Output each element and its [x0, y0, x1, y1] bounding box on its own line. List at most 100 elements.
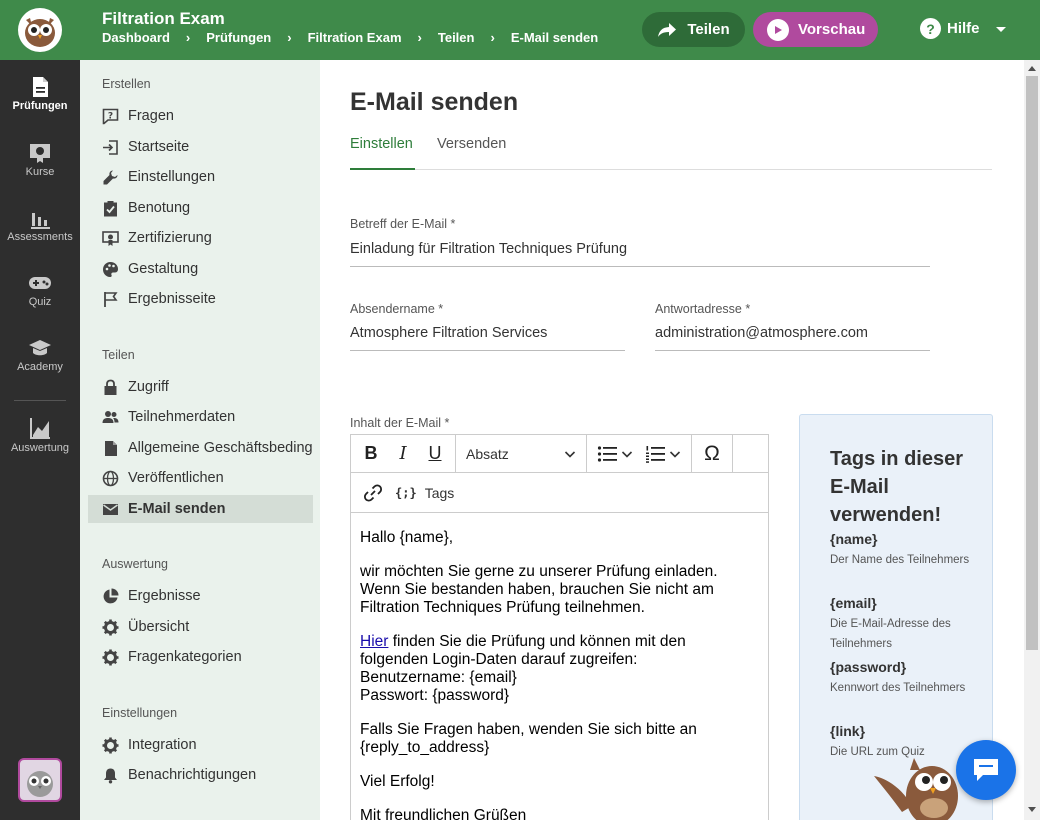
- sidebar-item-startseite[interactable]: Startseite: [88, 133, 313, 161]
- globe-icon: [102, 470, 119, 486]
- link-icon: [363, 483, 383, 502]
- sender-label: Absendername *: [350, 302, 444, 316]
- clipboard-check-icon: [104, 200, 117, 216]
- sidebar-item-label: Benachrichtigungen: [128, 767, 257, 783]
- tag-description: Die E-Mail-Adresse des Teilnehmers: [830, 618, 951, 650]
- bullet-list-button[interactable]: [593, 440, 637, 468]
- rail-item-auswertung[interactable]: Auswertung: [0, 416, 80, 454]
- email-line: finden Sie die Prüfung und können mit de…: [388, 633, 686, 650]
- breadcrumb-teilen[interactable]: Teilen: [438, 30, 475, 45]
- preview-button-label: Vorschau: [798, 21, 866, 38]
- gear-icon: [102, 619, 119, 635]
- sidebar-item-fragenkategorien[interactable]: Fragenkategorien: [88, 643, 313, 671]
- rail-item-assessments[interactable]: Assessments: [0, 207, 80, 243]
- list-group: [587, 435, 692, 472]
- help-menu[interactable]: ? Hilfe: [920, 18, 1008, 39]
- rail-item-kurse[interactable]: Kurse: [0, 142, 80, 178]
- play-icon: [767, 18, 789, 41]
- sidebar-item-einstellungen[interactable]: Einstellungen: [88, 163, 313, 191]
- breadcrumb-pruefungen[interactable]: Prüfungen: [206, 30, 271, 45]
- sidebar-item-zugriff[interactable]: Zugriff: [88, 373, 313, 401]
- tags-panel-title: Tags in dieser E-Mail verwenden!: [830, 448, 964, 526]
- sidebar-item-zertifizierung[interactable]: Zertifizierung: [88, 224, 313, 252]
- email-line: Filtration Techniques Prüfung teilnehmen…: [360, 599, 645, 616]
- bold-button[interactable]: B: [357, 440, 385, 468]
- tab-versenden[interactable]: Versenden: [437, 136, 506, 170]
- chat-bubble-icon: [974, 759, 998, 781]
- editor-body[interactable]: Hallo {name}, wir möchten Sie gerne zu u…: [351, 513, 768, 820]
- sidebar-item-uebersicht[interactable]: Übersicht: [88, 613, 313, 641]
- scroll-down-arrow-icon[interactable]: [1024, 804, 1040, 816]
- quiz-link[interactable]: Hier: [360, 633, 388, 650]
- tag-link: {link}: [830, 723, 866, 739]
- sidebar-item-ergebnisse[interactable]: Ergebnisse: [88, 582, 313, 610]
- sidebar-item-teilnehmerdaten[interactable]: Teilnehmerdaten: [88, 403, 313, 431]
- rail-label: Prüfungen: [12, 100, 68, 112]
- rail-divider: [14, 400, 66, 401]
- certificate-icon: [102, 230, 119, 246]
- numbered-list-button[interactable]: [641, 440, 685, 468]
- sender-input[interactable]: Atmosphere Filtration Services: [350, 325, 625, 351]
- underline-button[interactable]: U: [421, 440, 449, 468]
- sidebar-item-label: Gestaltung: [128, 261, 199, 277]
- scrollbar[interactable]: [1024, 60, 1040, 820]
- subject-input[interactable]: Einladung für Filtration Techniques Prüf…: [350, 241, 930, 267]
- rail-label: Academy: [17, 361, 63, 373]
- email-line: folgenden Login-Daten darauf zugreifen:: [360, 651, 638, 668]
- sidebar-item-label: Benotung: [128, 200, 191, 216]
- editor-toolbar: B I U Absatz Ω: [351, 435, 768, 473]
- breadcrumb-separator: ›: [490, 30, 495, 45]
- tags-button[interactable]: {;} Tags: [395, 485, 454, 501]
- chat-button[interactable]: [956, 740, 1016, 800]
- document-icon: [33, 77, 48, 97]
- sidebar-item-label: Übersicht: [128, 619, 190, 635]
- palette-icon: [103, 261, 118, 277]
- sidebar-item-email-senden[interactable]: E-Mail senden: [88, 495, 313, 523]
- bullet-list-icon: [597, 445, 617, 462]
- breadcrumb-separator: ›: [417, 30, 422, 45]
- breadcrumb-dashboard[interactable]: Dashboard: [102, 30, 170, 45]
- sidebar-item-benotung[interactable]: Benotung: [88, 194, 313, 222]
- scrollbar-thumb[interactable]: [1026, 76, 1038, 650]
- scroll-up-arrow-icon[interactable]: [1024, 62, 1040, 74]
- rail-item-academy[interactable]: Academy: [0, 337, 80, 373]
- sidebar-item-benachrichtigungen[interactable]: Benachrichtigungen: [88, 761, 313, 789]
- share-button[interactable]: Teilen: [642, 12, 745, 47]
- sidebar-item-label: Startseite: [128, 139, 190, 155]
- reply-input[interactable]: administration@atmosphere.com: [655, 325, 930, 351]
- sidebar-item-label: Fragenkategorien: [128, 649, 242, 665]
- people-icon: [102, 410, 119, 423]
- email-line: Falls Sie Fragen haben, wenden Sie sich …: [360, 721, 697, 738]
- tab-einstellen[interactable]: Einstellen: [350, 136, 415, 170]
- special-char-button[interactable]: Ω: [698, 440, 726, 468]
- italic-button[interactable]: I: [389, 440, 417, 468]
- sidebar-item-label: Integration: [128, 737, 197, 753]
- paragraph-select[interactable]: Absatz: [460, 446, 582, 462]
- sidebar-item-integration[interactable]: Integration: [88, 731, 313, 759]
- tag-description: Kennwort des Teilnehmers: [830, 682, 966, 694]
- avatar[interactable]: [18, 758, 62, 802]
- numbered-list-icon: [646, 445, 665, 463]
- reply-label: Antwortadresse *: [655, 302, 751, 316]
- sidebar-item-gestaltung[interactable]: Gestaltung: [88, 255, 313, 283]
- owl-logo-icon[interactable]: [18, 8, 62, 52]
- sidebar-item-label: Fragen: [128, 108, 174, 124]
- gear-icon: [102, 649, 119, 665]
- page-title: E-Mail senden: [350, 88, 519, 116]
- rail-item-pruefungen[interactable]: Prüfungen: [0, 76, 80, 112]
- link-button[interactable]: [359, 479, 387, 507]
- sidebar-item-veroeffentlichen[interactable]: Veröffentlichen: [88, 464, 313, 492]
- preview-button[interactable]: Vorschau: [753, 12, 878, 47]
- rail-label: Kurse: [25, 166, 55, 178]
- sidebar-item-ergebnisseite[interactable]: Ergebnisseite: [88, 285, 313, 313]
- email-line: wir möchten Sie gerne zu unserer Prüfung…: [360, 563, 718, 580]
- rail-item-quiz[interactable]: Quiz: [0, 272, 80, 308]
- email-login-paragraph: Hier finden Sie die Prüfung und können m…: [360, 633, 759, 705]
- email-closing: Mit freundlichen Grüßen: [360, 807, 527, 820]
- breadcrumb-exam[interactable]: Filtration Exam: [308, 30, 402, 45]
- sidebar-item-agb[interactable]: Allgemeine Geschäftsbedingungen: [88, 434, 313, 462]
- sidebar-item-fragen[interactable]: ? Fragen: [88, 102, 313, 130]
- lock-icon: [104, 379, 117, 395]
- email-line: Passwort: {password}: [360, 687, 510, 704]
- bar-chart-icon: [31, 213, 50, 229]
